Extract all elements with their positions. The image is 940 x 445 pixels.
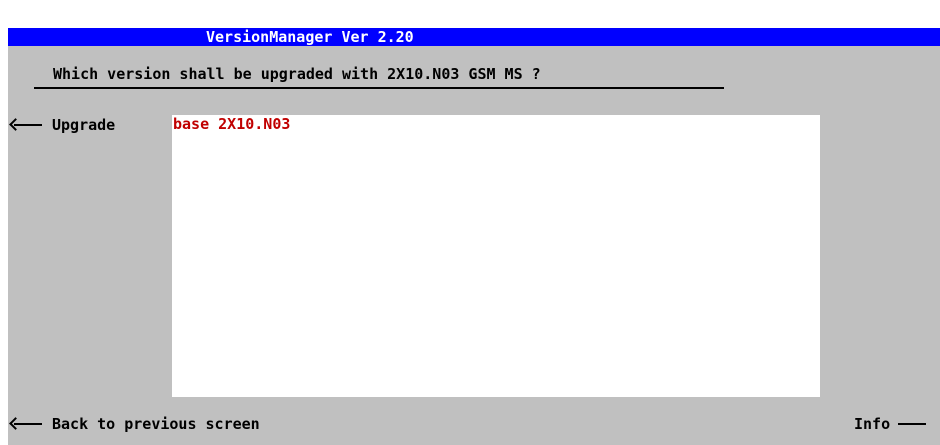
info-softkey-label: Info bbox=[854, 415, 891, 433]
right-arrow-icon bbox=[898, 415, 928, 433]
upgrade-softkey[interactable]: Upgrade bbox=[8, 116, 115, 134]
back-softkey[interactable]: Back to previous screen bbox=[8, 415, 260, 433]
window-title: VersionManager Ver 2.20 bbox=[206, 28, 414, 46]
version-manager-screen: VersionManager Ver 2.20 Which version sh… bbox=[0, 0, 940, 445]
version-list[interactable]: base 2X10.N03 bbox=[172, 115, 820, 397]
title-bar: VersionManager Ver 2.20 bbox=[8, 28, 940, 46]
version-list-item[interactable]: base 2X10.N03 bbox=[172, 115, 290, 133]
left-arrow-icon bbox=[8, 116, 42, 134]
info-softkey[interactable]: Info bbox=[854, 415, 928, 433]
left-arrow-icon bbox=[8, 415, 42, 433]
back-softkey-label: Back to previous screen bbox=[52, 415, 260, 433]
main-panel: Which version shall be upgraded with 2X1… bbox=[8, 46, 940, 445]
upgrade-question: Which version shall be upgraded with 2X1… bbox=[53, 65, 541, 83]
upgrade-softkey-label: Upgrade bbox=[52, 116, 116, 134]
question-underline bbox=[34, 87, 724, 89]
